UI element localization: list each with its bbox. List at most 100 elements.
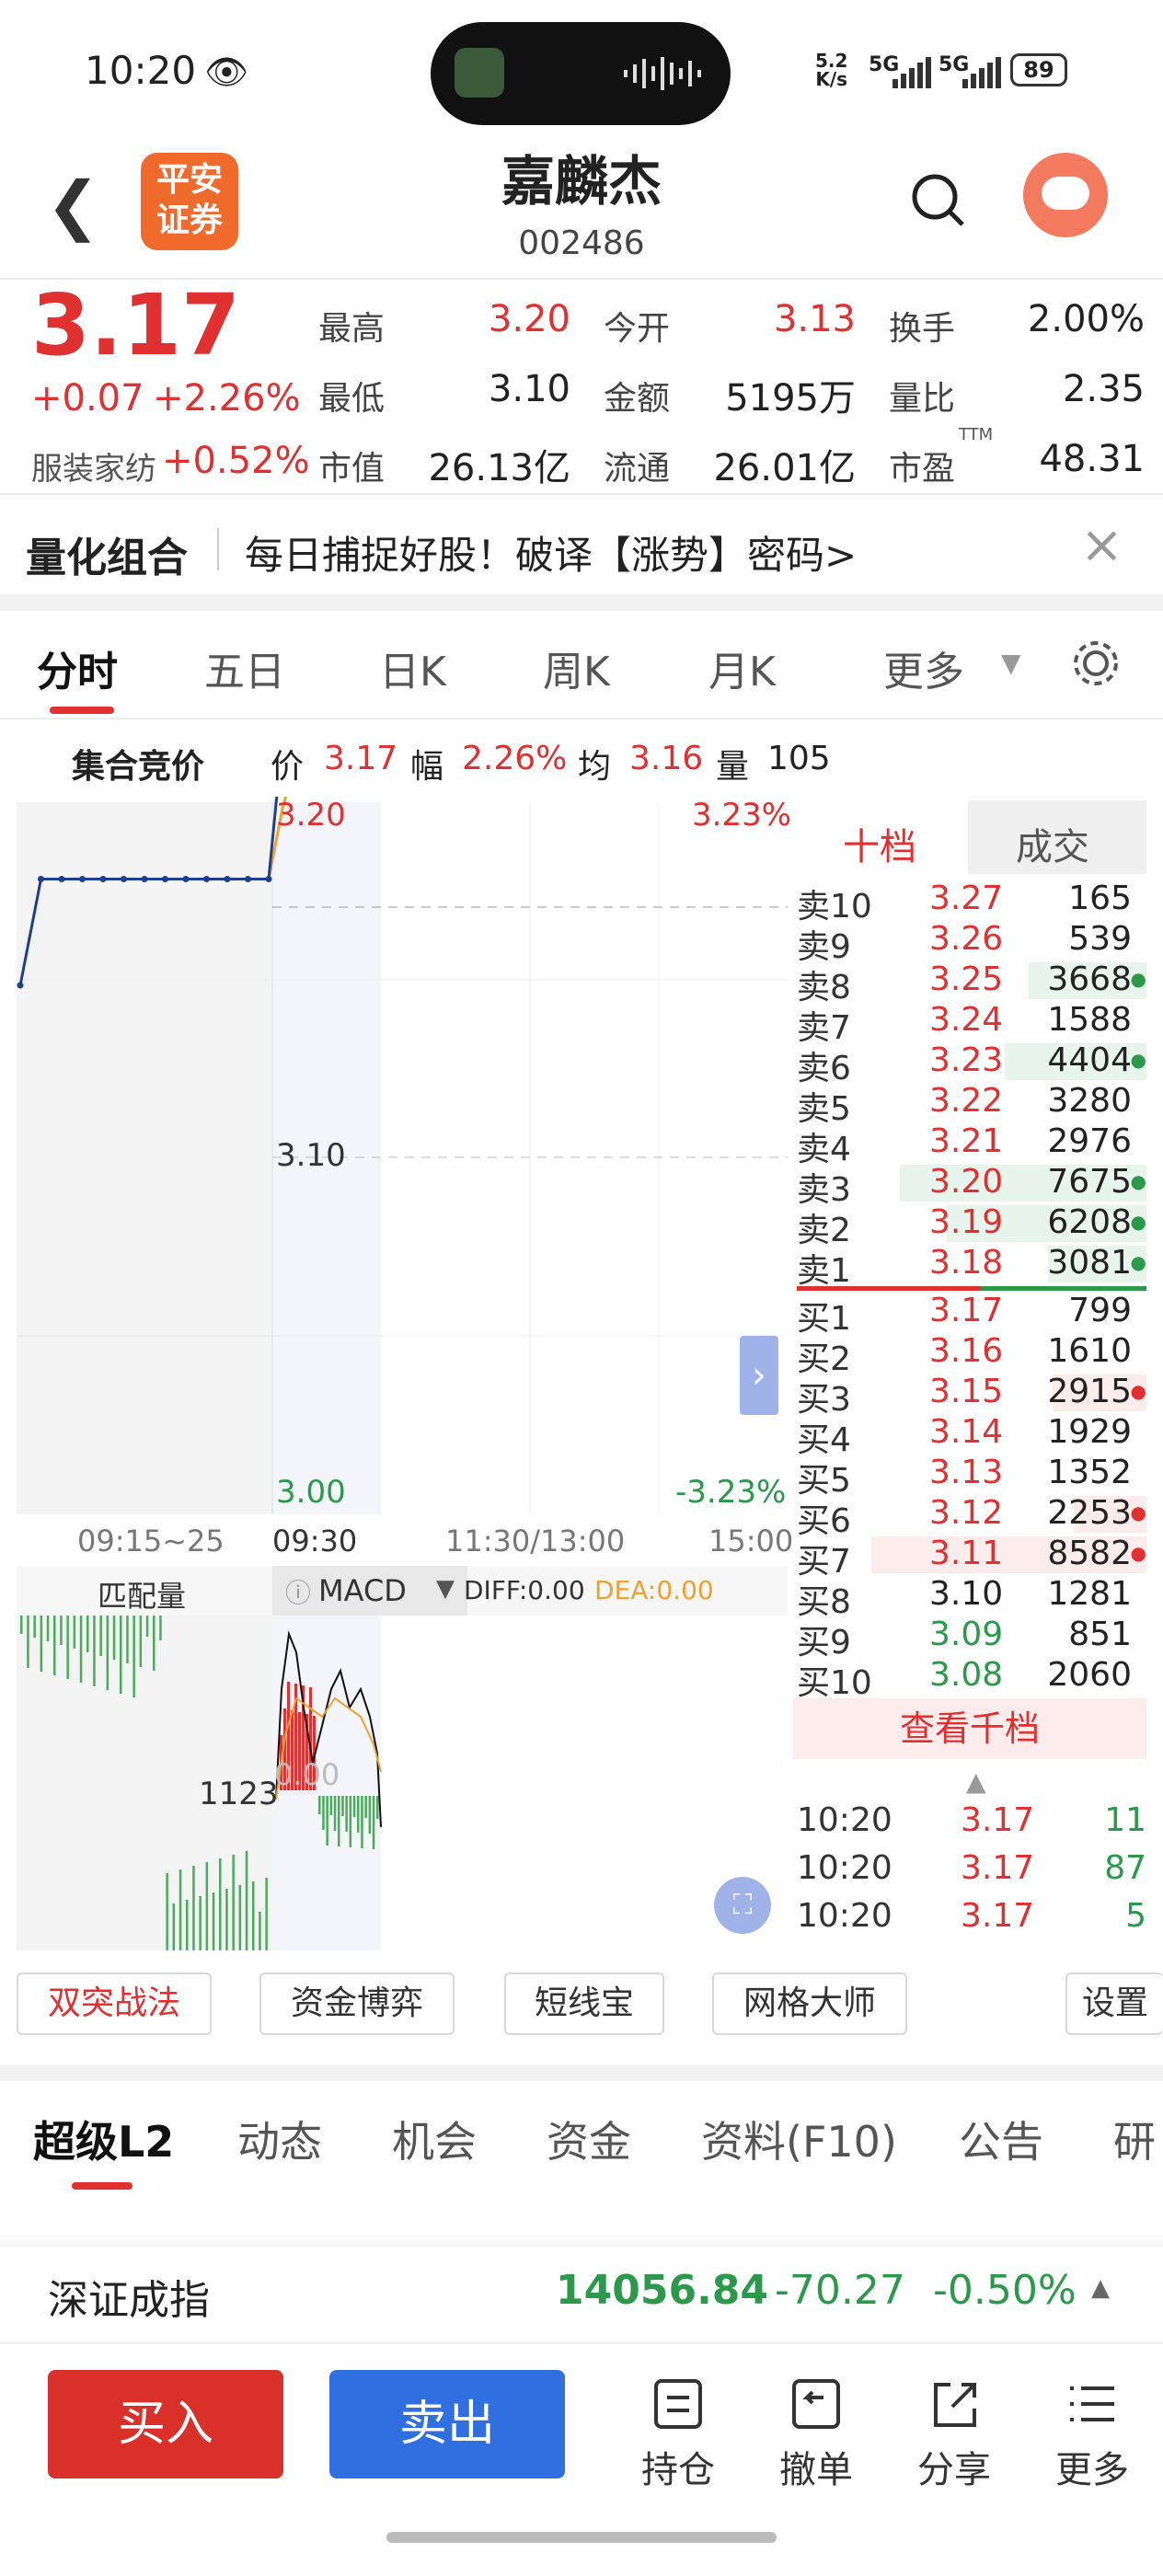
pe-label: 市盈 [889, 450, 956, 488]
expand-orderbook-icon[interactable]: › [740, 1336, 778, 1415]
buy-level-row[interactable]: 买10 3.08 2060 [797, 1656, 1146, 1702]
trade-time: 10:20 [797, 1897, 892, 1935]
stock-name: 嘉麟杰 [501, 150, 662, 213]
close-icon[interactable]: × [1080, 515, 1123, 575]
match-volume-bar [205, 1862, 209, 1950]
macd-selector[interactable]: ⓘ MACD ▼ [272, 1566, 467, 1616]
level-volume: 4404 [1047, 1041, 1132, 1079]
fullscreen-icon[interactable]: ⛶ [714, 1877, 771, 1934]
tab-super-l2[interactable]: 超级L2 [33, 2109, 174, 2169]
tab-f10[interactable]: 资料(F10) [701, 2109, 897, 2169]
chevron-down-icon[interactable]: ▼ [436, 1575, 455, 1603]
chart-tabs: 分时 五日 日K 周K 月K 更多 ▼ [0, 611, 1163, 718]
level-dot-icon: ● [1130, 1170, 1146, 1192]
sell-level-row[interactable]: 卖8 3.25 3668 ● [797, 960, 1146, 1006]
level-price: 3.24 [929, 1001, 1004, 1039]
macd-chart[interactable] [0, 1616, 791, 1950]
sell-level-row[interactable]: 卖4 3.21 2976 [797, 1122, 1146, 1168]
promo-banner[interactable]: 量化组合 每日捕捉好股！破译【涨势】密码> × [0, 504, 1163, 592]
more-button[interactable]: 更多 [1051, 2377, 1134, 2493]
buy-level-row[interactable]: 买3 3.15 2915 ● [797, 1373, 1146, 1419]
buy-level-row[interactable]: 买4 3.14 1929 [797, 1413, 1146, 1459]
macd-bar [368, 1796, 372, 1834]
assistant-avatar[interactable] [1023, 153, 1108, 237]
view-more-levels-button[interactable]: 查看千档 [793, 1698, 1146, 1759]
chevron-up-icon[interactable]: ▲ [1091, 2274, 1110, 2302]
macd-bar [345, 1796, 348, 1832]
level-label: 卖1 [797, 1252, 851, 1290]
match-volume-bar [192, 1866, 195, 1950]
gear-icon[interactable] [1069, 637, 1123, 690]
info-icon[interactable]: ⓘ [285, 1573, 311, 1610]
mcap-label: 市值 [318, 450, 386, 488]
tab-research[interactable]: 研 [1113, 2109, 1156, 2169]
level-volume: 851 [1068, 1616, 1132, 1653]
buy-level-row[interactable]: 买1 3.17 799 [797, 1292, 1146, 1338]
level-volume: 799 [1068, 1292, 1132, 1329]
index-bar[interactable]: 深证成指 14056.84 -70.27 -0.50% ▲ [0, 2247, 1163, 2344]
turnover-label: 换手 [889, 310, 956, 348]
macd-bar [322, 1796, 325, 1830]
auction-point [182, 876, 190, 882]
tab-weekly-k[interactable]: 周K [543, 638, 610, 697]
chip-strategy[interactable]: 双突战法 [17, 1972, 212, 2035]
tab-monthly-k[interactable]: 月K [708, 638, 776, 697]
sell-level-row[interactable]: 卖5 3.22 3280 [797, 1082, 1146, 1128]
macd-bar [318, 1796, 321, 1814]
level-price: 3.23 [929, 1041, 1004, 1079]
sell-level-row[interactable]: 卖6 3.23 4404 ● [797, 1041, 1146, 1087]
intraday-chart[interactable] [0, 797, 791, 1514]
tab-five-day[interactable]: 五日 [204, 638, 285, 697]
sell-level-row[interactable]: 卖10 3.27 165 [797, 880, 1146, 926]
settings-button[interactable]: 设置 [1065, 1972, 1163, 2035]
buy-level-row[interactable]: 买8 3.10 1281 [797, 1575, 1146, 1621]
tab-intraday[interactable]: 分时 [37, 638, 118, 697]
price-change-pct: +2.26% [153, 377, 301, 420]
tab-news[interactable]: 动态 [237, 2109, 322, 2169]
share-button[interactable]: 分享 [913, 2377, 996, 2493]
chip-fund-game[interactable]: 资金博弈 [259, 1972, 455, 2035]
tab-funds[interactable]: 资金 [547, 2109, 631, 2169]
cancel-order-button[interactable]: 撤单 [775, 2377, 858, 2493]
tab-announcements[interactable]: 公告 [959, 2109, 1043, 2169]
search-icon[interactable] [911, 173, 968, 232]
level-volume: 1281 [1047, 1575, 1132, 1613]
trade-row: 10:20 3.17 87 [797, 1849, 1146, 1893]
buy-level-row[interactable]: 买5 3.13 1352 [797, 1454, 1146, 1500]
level-volume: 6208 [1047, 1203, 1132, 1241]
match-volume-bar [259, 1912, 261, 1950]
sell-button[interactable]: 卖出 [329, 2370, 565, 2478]
tab-daily-k[interactable]: 日K [379, 638, 446, 697]
buy-level-row[interactable]: 买7 3.11 8582 ● [797, 1535, 1146, 1581]
buy-level-row[interactable]: 买2 3.16 1610 [797, 1332, 1146, 1378]
sell-level-row[interactable]: 卖1 3.18 3081 ● [797, 1244, 1146, 1290]
chevron-up-icon[interactable]: ▲ [966, 1766, 986, 1797]
sell-level-row[interactable]: 卖9 3.26 539 [797, 920, 1146, 966]
sell-level-row[interactable]: 卖3 3.20 7675 ● [797, 1163, 1146, 1209]
auction-point [58, 876, 65, 882]
tab-opportunity[interactable]: 机会 [392, 2109, 477, 2169]
chip-short-term[interactable]: 短线宝 [504, 1972, 664, 2035]
back-icon[interactable]: ❮ [46, 167, 100, 243]
tab-more[interactable]: 更多 [883, 638, 964, 697]
x-tick: 09:15~25 [77, 1524, 225, 1558]
level-volume: 1929 [1047, 1413, 1132, 1451]
tab-trades[interactable]: 成交 [1016, 817, 1089, 870]
hold-button[interactable]: 持仓 [637, 2377, 720, 2493]
buy-level-row[interactable]: 买9 3.09 851 [797, 1616, 1146, 1662]
chip-grid-master[interactable]: 网格大师 [712, 1972, 907, 2035]
stock-code: 002486 [518, 224, 645, 262]
banner-title: 量化组合 [26, 535, 188, 581]
sell-level-row[interactable]: 卖2 3.19 6208 ● [797, 1203, 1146, 1249]
tab-ten-levels[interactable]: 十档 [843, 817, 916, 870]
buy-level-row[interactable]: 买6 3.12 2253 ● [797, 1494, 1146, 1540]
match-volume-bar [245, 1851, 248, 1950]
sell-level-row[interactable]: 卖7 3.24 1588 [797, 1001, 1146, 1047]
sector-name[interactable]: 服装家纺 [31, 443, 156, 489]
chevron-down-icon[interactable]: ▼ [1001, 648, 1021, 678]
eye-icon: 👁 [204, 52, 249, 92]
feature-tab-indicator [72, 2182, 132, 2190]
dea-label: DEA:0.00 [594, 1575, 714, 1605]
buy-button[interactable]: 买入 [48, 2370, 283, 2478]
level-volume: 1352 [1047, 1454, 1132, 1491]
